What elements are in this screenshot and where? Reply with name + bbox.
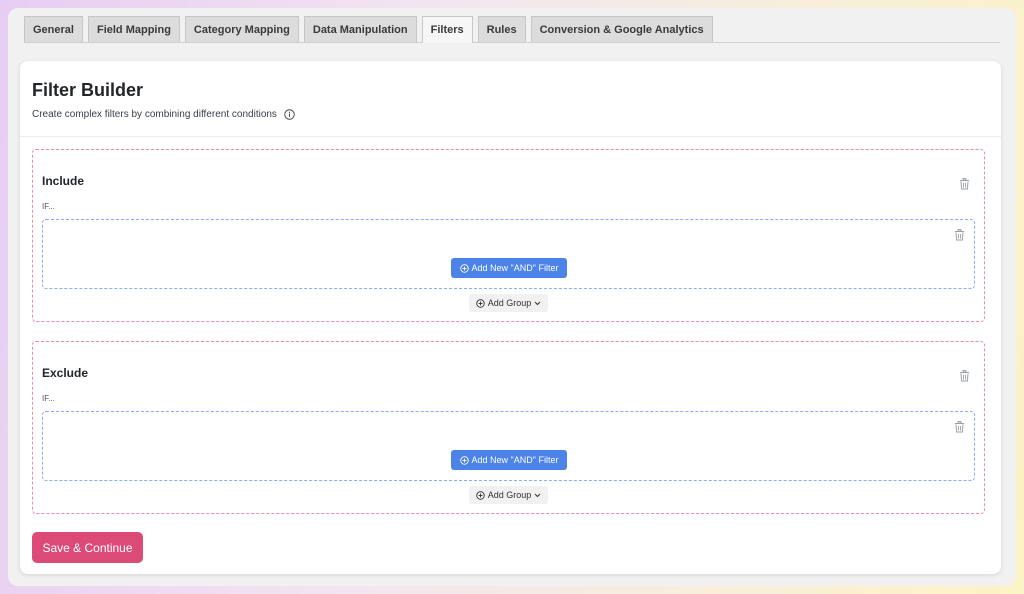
exclude-add-and-filter-button[interactable]: Add New "AND" Filter — [451, 450, 567, 470]
tab-data-manipulation[interactable]: Data Manipulation — [303, 16, 417, 42]
save-continue-button[interactable]: Save & Continue — [32, 532, 143, 563]
page-title: Filter Builder — [32, 80, 144, 100]
page-subtitle: Create complex filters by combining diff… — [32, 109, 1001, 120]
info-circle-icon[interactable] — [284, 109, 295, 120]
exclude-add-and-filter-label: Add New "AND" Filter — [471, 455, 559, 465]
app-frame: General Field Mapping Category Mapping D… — [8, 8, 1016, 586]
delete-exclude-group-trash-icon[interactable] — [954, 421, 965, 433]
filter-builder-card: Filter Builder Create complex filters by… — [20, 61, 1001, 574]
include-filter-group: Add New "AND" Filter — [42, 219, 975, 289]
tab-general[interactable]: General — [24, 16, 83, 42]
exclude-add-group-label: Add Group — [487, 490, 532, 500]
delete-exclude-trash-icon[interactable] — [959, 370, 970, 382]
tab-field-mapping[interactable]: Field Mapping — [87, 16, 180, 42]
exclude-section: Exclude IF... Add New "AND" Filter Add G… — [32, 341, 985, 514]
include-section: Include IF... Add New "AND" Filter Add G… — [32, 149, 985, 322]
tab-filters[interactable]: Filters — [421, 16, 473, 43]
card-header: Filter Builder Create complex filters by… — [20, 61, 1001, 137]
exclude-title: Exclude — [42, 366, 89, 380]
include-add-and-filter-button[interactable]: Add New "AND" Filter — [451, 258, 567, 278]
plus-circle-icon — [459, 455, 469, 465]
delete-include-trash-icon[interactable] — [959, 178, 970, 190]
chevron-down-icon — [534, 493, 541, 498]
chevron-down-icon — [534, 301, 541, 306]
exclude-if-label: IF... — [42, 394, 55, 403]
tab-category-mapping[interactable]: Category Mapping — [184, 16, 299, 42]
plus-circle-icon — [476, 298, 485, 308]
include-title: Include — [42, 174, 85, 188]
exclude-add-group-button[interactable]: Add Group — [469, 486, 548, 504]
tab-conversion-google-analytics[interactable]: Conversion & Google Analytics — [530, 16, 713, 42]
tab-bar: General Field Mapping Category Mapping D… — [24, 16, 1000, 43]
plus-circle-icon — [476, 490, 485, 500]
include-if-label: IF... — [42, 202, 55, 211]
exclude-filter-group: Add New "AND" Filter — [42, 411, 975, 481]
include-add-group-label: Add Group — [487, 298, 532, 308]
tab-rules[interactable]: Rules — [477, 16, 526, 42]
plus-circle-icon — [459, 263, 469, 273]
include-add-group-button[interactable]: Add Group — [469, 294, 548, 312]
delete-include-group-trash-icon[interactable] — [954, 229, 965, 241]
include-add-and-filter-label: Add New "AND" Filter — [471, 263, 559, 273]
subtitle-text: Create complex filters by combining diff… — [32, 109, 277, 120]
